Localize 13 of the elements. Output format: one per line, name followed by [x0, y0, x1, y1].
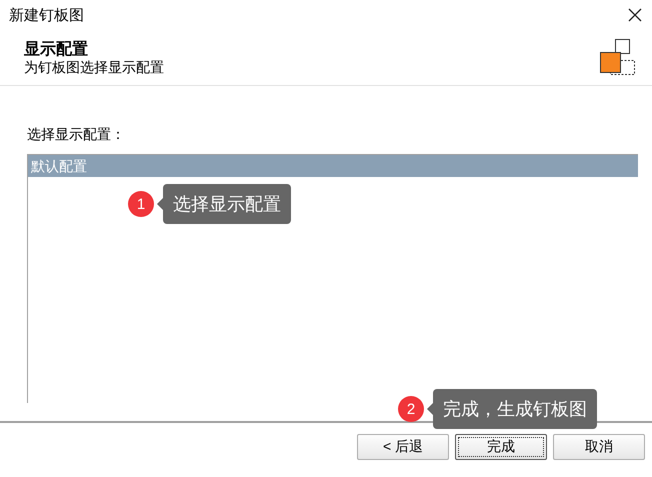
close-icon[interactable] — [628, 8, 642, 22]
dialog-button[interactable]: 取消 — [553, 434, 645, 460]
layers-icon — [600, 39, 636, 76]
window-title: 新建钉板图 — [9, 6, 84, 25]
callout-tooltip: 选择显示配置 — [157, 184, 291, 224]
page-subtitle: 为钉板图选择显示配置 — [24, 58, 164, 75]
callout-tooltip: 完成，生成钉板图 — [427, 389, 597, 429]
dialog-button[interactable]: < 后退 — [357, 434, 449, 460]
number-badge: 1 — [128, 191, 154, 217]
list-label: 选择显示配置： — [27, 126, 126, 144]
dialog-button[interactable]: 完成 — [455, 434, 547, 460]
page-title: 显示配置 — [24, 40, 89, 59]
number-badge: 2 — [398, 396, 424, 422]
